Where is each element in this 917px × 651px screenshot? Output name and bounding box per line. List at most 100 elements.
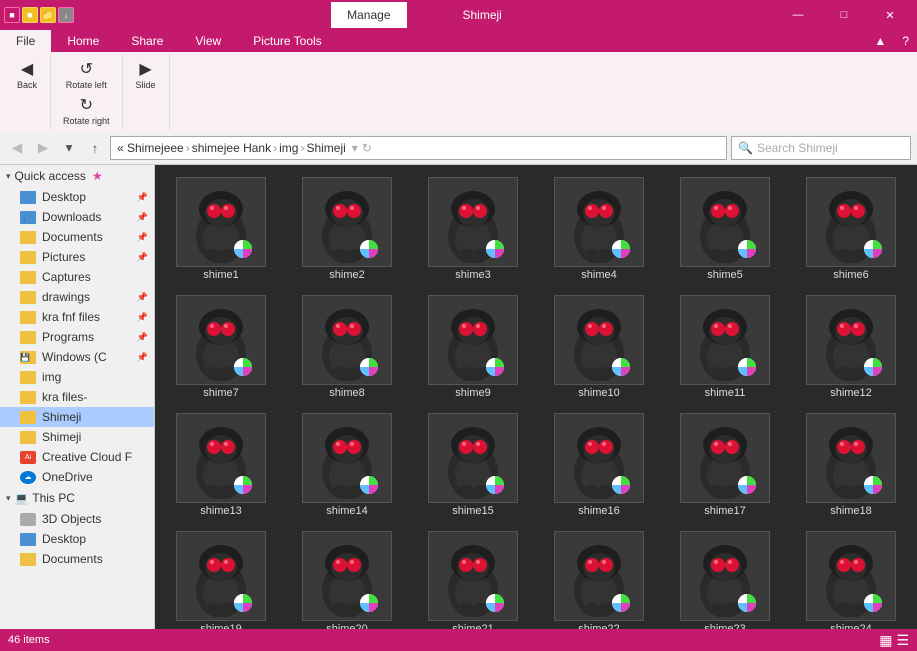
breadcrumb-part4[interactable]: Shimeji: [306, 141, 345, 155]
file-item-shime6[interactable]: shime6: [789, 169, 913, 285]
tab-home[interactable]: Home: [51, 30, 115, 52]
ribbon-btn-slide[interactable]: ▶ Slide: [131, 56, 161, 92]
sidebar-item-captures-label: Captures: [42, 270, 91, 284]
sidebar-item-shimeji-2[interactable]: Shimeji: [0, 427, 154, 447]
tab-view[interactable]: View: [179, 30, 237, 52]
sidebar-item-pc-desktop[interactable]: Desktop: [0, 529, 154, 549]
file-item-shime8[interactable]: shime8: [285, 287, 409, 403]
ribbon-content: ◀ Back ↺ Rotate left ↻ Rotate right ▶ Sl…: [0, 52, 917, 132]
pin-icon-documents: 📌: [137, 232, 148, 243]
file-item-shime10[interactable]: shime10: [537, 287, 661, 403]
file-label-shime15: shime15: [452, 505, 494, 517]
view-grid-button[interactable]: ▦: [879, 632, 892, 649]
address-refresh-icon[interactable]: ↻: [362, 141, 372, 155]
sidebar-item-3d-objects[interactable]: 3D Objects: [0, 509, 154, 529]
file-item-shime4[interactable]: shime4: [537, 169, 661, 285]
file-item-shime23[interactable]: shime23: [663, 523, 787, 629]
ribbon-btn-back[interactable]: ◀ Back: [12, 56, 42, 92]
slide-icon: ▶: [135, 58, 157, 80]
back-button[interactable]: ◀: [6, 137, 28, 159]
tab-picture-tools[interactable]: Picture Tools: [237, 30, 337, 52]
tab-shimeji[interactable]: Shimeji: [447, 6, 518, 24]
ribbon-btn-back-label: Back: [17, 80, 37, 90]
recent-locations-button[interactable]: ▾: [58, 137, 80, 159]
file-thumbnail-shime12: [806, 295, 896, 385]
file-thumbnail-shime5: [680, 177, 770, 267]
tab-share[interactable]: Share: [115, 30, 179, 52]
breadcrumb-part2[interactable]: shimejee Hank: [192, 141, 271, 155]
tab-file[interactable]: File: [0, 30, 51, 52]
pin-icon-downloads: 📌: [137, 212, 148, 223]
sidebar-item-pictures-label: Pictures: [42, 250, 85, 264]
this-pc-label: This PC: [32, 491, 75, 505]
sidebar-item-onedrive[interactable]: ☁ OneDrive: [0, 467, 154, 487]
maximize-button[interactable]: □: [821, 0, 867, 30]
forward-button[interactable]: ▶: [32, 137, 54, 159]
breadcrumb-part3[interactable]: img: [279, 141, 298, 155]
pin-icon: 📌: [137, 192, 148, 203]
file-item-shime2[interactable]: shime2: [285, 169, 409, 285]
file-item-shime7[interactable]: shime7: [159, 287, 283, 403]
view-icons: ▦ ☰: [879, 632, 909, 649]
file-thumbnail-shime3: [428, 177, 518, 267]
ribbon-expand-btn[interactable]: ▲: [866, 30, 894, 52]
sidebar-item-shimeji-1[interactable]: Shimeji: [0, 407, 154, 427]
sidebar-item-programs[interactable]: Programs 📌: [0, 327, 154, 347]
up-button[interactable]: ↑: [84, 137, 106, 159]
breadcrumb: « Shimejeee › shimejee Hank › img › Shim…: [117, 141, 346, 155]
file-item-shime24[interactable]: shime24: [789, 523, 913, 629]
file-item-shime5[interactable]: shime5: [663, 169, 787, 285]
sidebar-section-header-quick[interactable]: ▾ Quick access ★: [0, 165, 154, 187]
ribbon-btn-rotate-left[interactable]: ↺ Rotate left: [62, 56, 111, 92]
sidebar-item-drawings[interactable]: drawings 📌: [0, 287, 154, 307]
sidebar-item-kra-files[interactable]: kra files-: [0, 387, 154, 407]
sidebar-item-captures[interactable]: Captures: [0, 267, 154, 287]
thispc-icon: 💻: [15, 492, 29, 505]
file-item-shime15[interactable]: shime15: [411, 405, 535, 521]
sidebar-item-img[interactable]: img: [0, 367, 154, 387]
address-dropdown-icon[interactable]: ▾: [352, 141, 358, 155]
file-item-shime13[interactable]: shime13: [159, 405, 283, 521]
file-item-shime21[interactable]: shime21: [411, 523, 535, 629]
app-icon-red: ■: [4, 7, 20, 23]
minimize-button[interactable]: —: [775, 0, 821, 30]
item-count: 46 items: [8, 634, 50, 646]
help-button[interactable]: ?: [894, 30, 917, 52]
rotate-left-label: Rotate left: [66, 80, 107, 90]
ribbon-btn-rotate-right[interactable]: ↻ Rotate right: [59, 92, 114, 128]
ribbon: File Home Share View Picture Tools ▲ ? ◀…: [0, 30, 917, 132]
back-icon: ◀: [16, 58, 38, 80]
file-item-shime12[interactable]: shime12: [789, 287, 913, 403]
close-button[interactable]: ✕: [867, 0, 913, 30]
sidebar-item-kra-fnf[interactable]: kra fnf files 📌: [0, 307, 154, 327]
folder-icon-kra-fnf: [20, 311, 36, 324]
file-item-shime17[interactable]: shime17: [663, 405, 787, 521]
file-item-shime22[interactable]: shime22: [537, 523, 661, 629]
file-item-shime11[interactable]: shime11: [663, 287, 787, 403]
sidebar-item-windows-c[interactable]: 💾 Windows (C 📌: [0, 347, 154, 367]
sidebar-item-desktop[interactable]: Desktop 📌: [0, 187, 154, 207]
sidebar-item-creative-cloud[interactable]: Ai Creative Cloud F: [0, 447, 154, 467]
file-item-shime16[interactable]: shime16: [537, 405, 661, 521]
sidebar-item-pictures[interactable]: Pictures 📌: [0, 247, 154, 267]
folder-icon-kra-files: [20, 391, 36, 404]
file-thumbnail-shime21: [428, 531, 518, 621]
breadcrumb-part1[interactable]: « Shimejeee: [117, 141, 184, 155]
tab-manage[interactable]: Manage: [331, 2, 406, 28]
file-thumbnail-shime13: [176, 413, 266, 503]
sidebar-section-header-thispc[interactable]: ▾ 💻 This PC: [0, 487, 154, 509]
file-item-shime14[interactable]: shime14: [285, 405, 409, 521]
file-item-shime1[interactable]: shime1: [159, 169, 283, 285]
file-item-shime19[interactable]: shime19: [159, 523, 283, 629]
file-thumbnail-shime9: [428, 295, 518, 385]
view-list-button[interactable]: ☰: [896, 632, 909, 649]
sidebar-item-documents[interactable]: Documents 📌: [0, 227, 154, 247]
search-box[interactable]: 🔍 Search Shimeji: [731, 136, 911, 160]
file-item-shime18[interactable]: shime18: [789, 405, 913, 521]
address-bar[interactable]: « Shimejeee › shimejee Hank › img › Shim…: [110, 136, 727, 160]
sidebar-item-pc-documents[interactable]: Documents: [0, 549, 154, 569]
file-item-shime20[interactable]: shime20: [285, 523, 409, 629]
file-item-shime9[interactable]: shime9: [411, 287, 535, 403]
sidebar-item-downloads[interactable]: ↓ Downloads 📌: [0, 207, 154, 227]
file-item-shime3[interactable]: shime3: [411, 169, 535, 285]
